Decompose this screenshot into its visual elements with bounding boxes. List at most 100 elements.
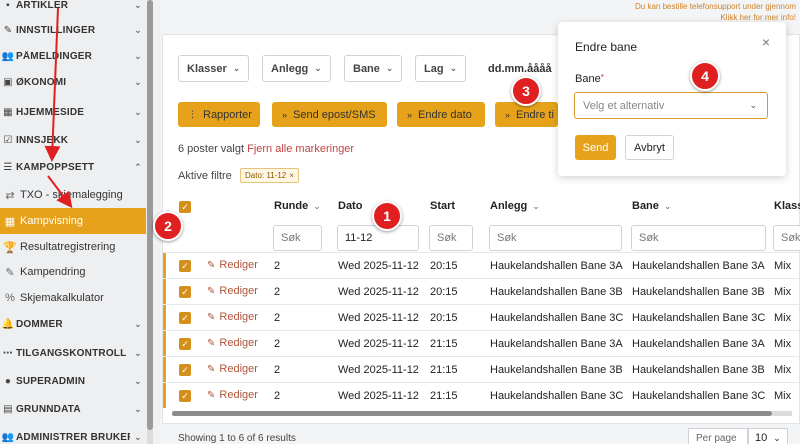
sidebar-item-artikler[interactable]: ▪ ARTIKLER ⌄ xyxy=(0,0,146,18)
sidebar-sub-label: TXO - skjemalegging xyxy=(20,189,123,201)
filter-lag[interactable]: Lag ⌄ xyxy=(415,55,467,82)
search-klasse-input[interactable]: Søk xyxy=(773,225,800,251)
filter-label: Lag xyxy=(424,62,444,75)
table-row[interactable]: ✓ ✎ Rediger 2 Wed 2025-11-12 21:15 Haukelandsh… xyxy=(163,382,800,408)
cell-anlegg: Haukelandshallen Bane 3A xyxy=(490,338,623,350)
column-header-dato[interactable]: Dato xyxy=(338,200,362,212)
sidebar-item-label: INNSJEKK xyxy=(16,134,69,146)
close-icon[interactable]: × xyxy=(762,34,770,50)
selection-count: 6 poster valgt xyxy=(178,143,245,155)
select-all-checkbox[interactable]: ✓ xyxy=(179,201,191,213)
cell-bane: Haukelandshallen Bane 3A xyxy=(632,260,765,272)
send-button[interactable]: Send xyxy=(575,135,616,160)
rediger-link[interactable]: ✎ Rediger xyxy=(207,259,258,271)
header-label: Anlegg xyxy=(490,200,528,212)
sidebar-item-label: GRUNNDATA xyxy=(16,403,81,415)
cell-start: 21:15 xyxy=(430,390,458,402)
percent-icon: % xyxy=(5,292,15,304)
table-row[interactable]: ✓ ✎ Rediger 2 Wed 2025-11-12 21:15 Haukelandsh… xyxy=(163,330,800,356)
sidebar-item-pameldinger[interactable]: 👥 PÅMELDINGER ⌄ xyxy=(0,43,146,69)
sidebar-sub-txo[interactable]: ⇄ TXO - skjemalegging xyxy=(0,182,146,208)
row-accent xyxy=(163,331,166,356)
row-checkbox[interactable]: ✓ xyxy=(179,312,191,324)
sidebar-item-tilgangskontroll[interactable]: ⋯ TILGANGSKONTROLL ⌄ xyxy=(0,340,146,366)
sidebar-item-administrer-brukere[interactable]: 👥 ADMINISTRER BRUKERE ⌄ xyxy=(0,424,146,444)
double-chevron-icon: » xyxy=(505,109,511,120)
rediger-link[interactable]: ✎ Rediger xyxy=(207,363,258,375)
scrollbar-thumb[interactable] xyxy=(172,411,772,416)
search-anlegg-input[interactable]: Søk xyxy=(489,225,622,251)
clear-selection-link[interactable]: Fjern alle markeringer xyxy=(247,143,354,155)
active-filter-badge[interactable]: Dato: 11-12 × xyxy=(240,168,299,183)
sidebar-sub-kampendring[interactable]: ✎ Kampendring xyxy=(0,259,146,285)
row-checkbox[interactable]: ✓ xyxy=(179,338,191,350)
filter-bane[interactable]: Bane ⌄ xyxy=(344,55,403,82)
filter-anlegg[interactable]: Anlegg ⌄ xyxy=(262,55,331,82)
cancel-button[interactable]: Avbryt xyxy=(625,135,674,160)
sidebar-sub-resultatregistrering[interactable]: 🏆 Resultatregistrering xyxy=(0,234,146,260)
search-start-input[interactable]: Søk xyxy=(429,225,473,251)
filter-klasser[interactable]: Klasser ⌄ xyxy=(178,55,250,82)
sidebar-sub-label: Skjemakalkulator xyxy=(20,292,104,304)
cell-runde: 2 xyxy=(274,390,281,402)
sidebar-item-grunndata[interactable]: ▤ GRUNNDATA ⌄ xyxy=(0,396,146,422)
column-header-anlegg[interactable]: Anlegg ⌄ xyxy=(490,200,540,212)
edit-label: Rediger xyxy=(219,389,258,401)
per-page-select[interactable]: 10 ⌄ xyxy=(748,428,788,444)
table-row[interactable]: ✓ ✎ Rediger 2 Wed 2025-11-12 20:15 Haukelandsh… xyxy=(163,304,800,330)
table-row[interactable]: ✓ ✎ Rediger 2 Wed 2025-11-12 21:15 Haukelandsh… xyxy=(163,356,800,382)
scrollbar-thumb[interactable] xyxy=(147,0,153,430)
row-checkbox[interactable]: ✓ xyxy=(179,260,191,272)
column-header-runde[interactable]: Runde ⌄ xyxy=(274,200,321,212)
table-horizontal-scrollbar[interactable] xyxy=(172,411,792,416)
header-label: Start xyxy=(430,200,456,212)
endre-dato-button[interactable]: » Endre dato xyxy=(397,102,485,127)
rediger-link[interactable]: ✎ Rediger xyxy=(207,337,258,349)
rediger-link[interactable]: ✎ Rediger xyxy=(207,389,258,401)
sidebar-item-innsjekk[interactable]: ☑ INNSJEKK ⌄ xyxy=(0,127,146,153)
cell-anlegg: Haukelandshallen Bane 3A xyxy=(490,260,623,272)
checkbox-icon: ☑ xyxy=(3,134,13,146)
send-epost-button[interactable]: » Send epost/SMS xyxy=(272,102,387,127)
column-header-klasse[interactable]: Klass xyxy=(774,200,800,212)
chevron-down-icon: ⌄ xyxy=(232,63,241,73)
cell-dato: Wed 2025-11-12 xyxy=(338,338,419,350)
cell-klasse: Mix xyxy=(774,390,792,402)
sidebar-item-superadmin[interactable]: ● SUPERADMIN ⌄ xyxy=(0,368,146,394)
table-row[interactable]: ✓ ✎ Rediger 2 Wed 2025-11-12 20:15 Haukelandsh… xyxy=(163,252,800,278)
step-marker-2: 2 xyxy=(153,211,183,241)
cell-bane: Haukelandshallen Bane 3C xyxy=(632,390,766,402)
support-notice[interactable]: Du kan bestille telefonsupport under gje… xyxy=(635,1,796,23)
bane-select[interactable]: Velg et alternativ ⌄ xyxy=(574,92,768,119)
sidebar-sub-kampvisning[interactable]: ▦ Kampvisning xyxy=(0,208,146,234)
arrows-icon: ⇄ xyxy=(5,189,15,202)
date-filter-input[interactable]: dd.mm.åååå xyxy=(480,55,552,82)
row-checkbox[interactable]: ✓ xyxy=(179,286,191,298)
cell-runde: 2 xyxy=(274,260,281,272)
rediger-link[interactable]: ✎ Rediger xyxy=(207,311,258,323)
table-row[interactable]: ✓ ✎ Rediger 2 Wed 2025-11-12 20:15 Haukelandsh… xyxy=(163,278,800,304)
wrench-icon: ✎ xyxy=(3,24,13,36)
sidebar-item-innstillinger[interactable]: ✎ INNSTILLINGER ⌄ xyxy=(0,17,146,43)
header-label: Dato xyxy=(338,200,363,212)
sidebar-item-dommer[interactable]: 🔔 DOMMER ⌄ xyxy=(0,311,146,337)
edit-icon: ✎ xyxy=(207,259,216,271)
search-runde-input[interactable]: Søk xyxy=(273,225,322,251)
sidebar-sub-skjemakalkulator[interactable]: % Skjemakalkulator xyxy=(0,285,146,311)
search-dato-input[interactable]: 11-12 xyxy=(337,225,419,251)
rapporter-button[interactable]: ⋮ Rapporter xyxy=(178,102,260,127)
sidebar-item-hjemmeside[interactable]: ▦ HJEMMESIDE ⌄ xyxy=(0,99,146,125)
support-line-1: Du kan bestille telefonsupport under gje… xyxy=(635,2,796,11)
sidebar-item-kampoppsett[interactable]: ☰ KAMPOPPSETT ⌃ xyxy=(0,154,146,180)
sidebar-scrollbar[interactable] xyxy=(147,0,153,444)
row-checkbox[interactable]: ✓ xyxy=(179,390,191,402)
column-header-bane[interactable]: Bane ⌄ xyxy=(632,200,671,212)
filter-label: Anlegg xyxy=(271,62,309,75)
close-icon[interactable]: × xyxy=(289,171,294,180)
column-header-start[interactable]: Start xyxy=(430,200,455,212)
rediger-link[interactable]: ✎ Rediger xyxy=(207,285,258,297)
sidebar-item-label: KAMPOPPSETT xyxy=(16,161,95,173)
search-bane-input[interactable]: Søk xyxy=(631,225,766,251)
row-checkbox[interactable]: ✓ xyxy=(179,364,191,376)
sidebar-item-okonomi[interactable]: ▣ ØKONOMI ⌄ xyxy=(0,69,146,95)
